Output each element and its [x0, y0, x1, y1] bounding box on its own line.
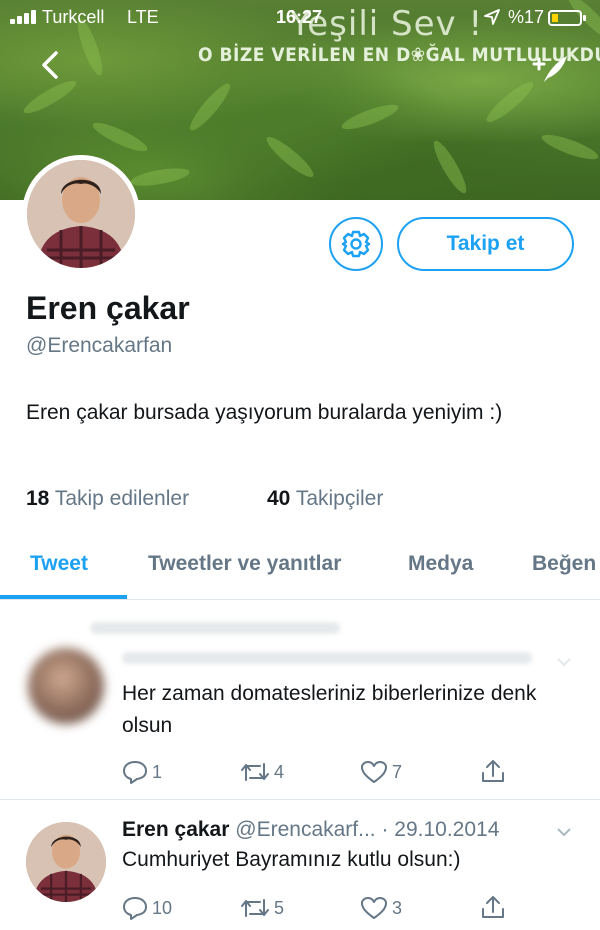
retweet-count: 4	[274, 762, 285, 782]
back-chevron-icon	[42, 51, 58, 79]
status-bar: Turkcell LTE 16:27 %17	[0, 0, 600, 36]
profile-tabs: Tweet Tweetler ve yanıtlar Medya Beğen	[0, 540, 600, 600]
tweet-item[interactable]: Her zaman domatesleriniz biberlerinize d…	[0, 600, 600, 800]
reply-icon	[123, 761, 147, 784]
banner-leaf	[539, 130, 600, 164]
blurred-retweet-context	[90, 622, 340, 634]
like-count: 7	[392, 762, 403, 782]
battery-percent: %17	[508, 7, 545, 27]
profile-name: Eren çakar	[26, 290, 190, 326]
signal-icon	[10, 10, 38, 24]
chevron-down-icon[interactable]	[556, 826, 572, 838]
tweet-author-name[interactable]: Eren çakar	[122, 818, 229, 841]
tweet-text: Cumhuriyet Bayramınız kutlu olsun:)	[122, 848, 461, 871]
followers-label: Takipçiler	[295, 487, 384, 510]
banner-leaf	[129, 164, 191, 190]
compose-feather-icon	[532, 56, 567, 82]
share-icon	[482, 896, 504, 918]
banner-leaf	[428, 137, 472, 197]
tab-likes[interactable]: Beğen	[532, 552, 596, 576]
follow-button[interactable]: Takip et	[397, 217, 574, 271]
carrier-name: Turkcell	[42, 7, 105, 27]
profile-avatar[interactable]	[22, 155, 140, 273]
tweet-text: Her zaman domatesleriniz biberlerinize d…	[122, 682, 537, 737]
share-icon	[482, 760, 504, 782]
status-time: 16:27	[276, 7, 323, 27]
retweet-icon	[241, 899, 269, 917]
tab-tweet[interactable]: Tweet	[30, 552, 88, 576]
tweet-handle-date: @Erencakarf... · 29.10.2014	[235, 818, 500, 841]
followers-link[interactable]: 40 Takipçiler	[267, 487, 383, 511]
banner-leaf	[185, 79, 235, 135]
compose-button[interactable]	[530, 50, 570, 86]
banner-leaf	[339, 100, 401, 134]
following-count: 18	[26, 487, 50, 510]
tweet-item[interactable]: Eren çakar @Erencakarf... · 29.10.2014 C…	[0, 800, 600, 930]
back-button[interactable]	[34, 48, 68, 82]
tab-media[interactable]: Medya	[408, 552, 473, 576]
network-type: LTE	[127, 7, 159, 27]
banner-leaf	[20, 75, 80, 119]
followers-count: 40	[267, 487, 291, 510]
tab-tweets-and-replies[interactable]: Tweetler ve yanıtlar	[148, 552, 341, 576]
location-arrow-icon	[484, 9, 500, 25]
chevron-down-icon[interactable]	[556, 656, 572, 668]
blurred-avatar	[28, 648, 104, 724]
blurred-tweet-header	[122, 652, 532, 664]
reply-icon	[123, 897, 147, 920]
gear-icon	[341, 230, 371, 258]
following-label: Takip edilenler	[54, 487, 190, 510]
banner-leaf	[89, 117, 151, 157]
avatar-photo	[27, 160, 135, 268]
active-tab-indicator	[0, 595, 127, 599]
profile-handle: @Erencakarfan	[26, 334, 173, 357]
reply-count: 10	[152, 898, 173, 918]
profile-bio: Eren çakar bursada yaşıyorum buralarda y…	[26, 401, 503, 424]
heart-icon	[361, 897, 387, 919]
like-count: 3	[392, 898, 403, 918]
heart-icon	[361, 761, 387, 783]
battery-icon	[548, 10, 586, 26]
reply-count: 1	[152, 762, 163, 782]
banner-leaf	[262, 132, 318, 182]
retweet-count: 5	[274, 898, 285, 918]
following-link[interactable]: 18 Takip edilenler	[26, 487, 189, 511]
tweet-header: Eren çakar @Erencakarf... · 29.10.2014	[122, 818, 499, 842]
tweet-avatar[interactable]	[26, 822, 106, 902]
settings-button[interactable]	[329, 217, 383, 271]
retweet-icon	[241, 763, 269, 781]
avatar-photo	[26, 822, 106, 902]
